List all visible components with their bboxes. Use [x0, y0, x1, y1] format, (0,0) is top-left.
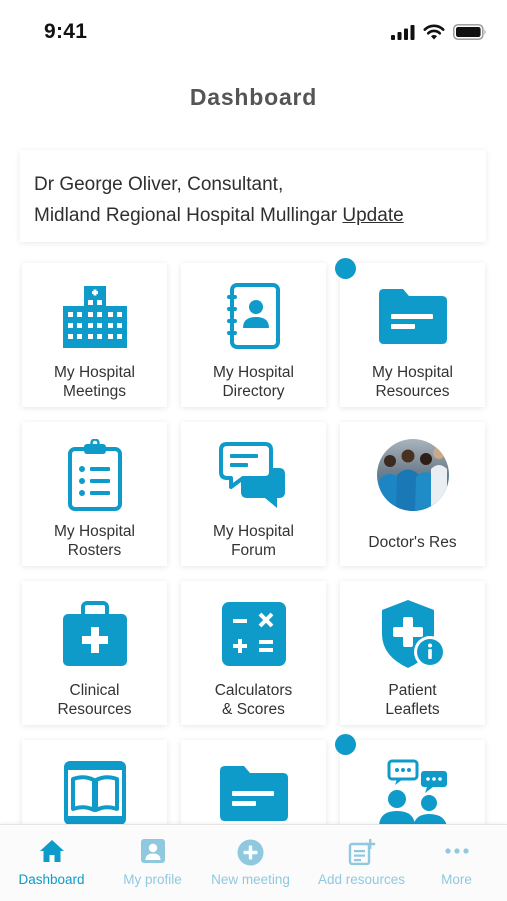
tab-label: Add resources: [317, 872, 406, 887]
contact-book-icon: [226, 283, 280, 349]
tile-my-hospital-meetings[interactable]: My Hospital Meetings: [22, 263, 167, 407]
tile-doctors-res[interactable]: Doctor's Res: [340, 422, 485, 566]
cellular-signal-icon: [391, 25, 415, 40]
shield-info-icon: [381, 600, 446, 668]
notification-dot: [335, 734, 356, 755]
folder-icon: [378, 289, 447, 344]
tile-patient-leaflets[interactable]: Patient Leaflets: [340, 581, 485, 725]
chat-bubbles-icon: [218, 442, 285, 508]
status-time: 9:41: [44, 20, 88, 43]
tab-more[interactable]: More: [406, 825, 507, 901]
user-hospital: Midland Regional Hospital Mullingar: [34, 205, 338, 226]
user-name-role: Dr George Oliver, Consultant,: [34, 174, 284, 195]
user-hospital-line: Midland Regional Hospital Mullingar Upda…: [34, 200, 486, 231]
tab-label: New meeting: [211, 872, 290, 887]
tile-label: Clinical Resources: [57, 682, 132, 718]
update-link[interactable]: Update: [342, 205, 403, 226]
tile-label: My Hospital Resources: [372, 364, 453, 400]
tab-label: More: [441, 872, 472, 887]
home-icon: [39, 840, 64, 862]
clipboard-list-icon: [67, 439, 122, 511]
people-chat-icon: [378, 759, 447, 827]
bottom-tab-bar: Dashboard My profile New meeting Add res…: [0, 824, 507, 901]
tile-label: Calculators & Scores: [214, 682, 293, 718]
status-bar: 9:41: [0, 0, 507, 62]
tile-clinical-resources[interactable]: Clinical Resources: [22, 581, 167, 725]
tile-label: My Hospital Forum: [213, 523, 294, 559]
tile-my-hospital-directory[interactable]: My Hospital Directory: [181, 263, 326, 407]
doctors-photo: [376, 439, 449, 511]
folder-icon: [219, 766, 288, 821]
tab-dashboard[interactable]: Dashboard: [1, 825, 102, 901]
tile-calculators-scores[interactable]: Calculators & Scores: [181, 581, 326, 725]
profile-icon: [140, 839, 165, 863]
medical-kit-icon: [62, 601, 127, 666]
page-title: Dashboard: [189, 84, 318, 110]
tab-my-profile[interactable]: My profile: [102, 825, 203, 901]
calculator-icon: [221, 602, 286, 666]
notification-dot: [335, 258, 356, 279]
status-icons: [391, 24, 487, 40]
add-document-icon: [348, 839, 375, 865]
plus-circle-icon: [237, 839, 264, 866]
tile-label: My Hospital Rosters: [54, 523, 135, 559]
wifi-icon: [423, 24, 445, 40]
tab-label: Dashboard: [18, 872, 85, 887]
tile-my-hospital-forum[interactable]: My Hospital Forum: [181, 422, 326, 566]
battery-icon: [453, 24, 486, 40]
more-dots-icon: [444, 848, 469, 854]
tile-label: My Hospital Meetings: [54, 364, 135, 400]
user-info-card: Dr George Oliver, Consultant, Midland Re…: [20, 150, 486, 242]
tile-my-hospital-rosters[interactable]: My Hospital Rosters: [22, 422, 167, 566]
tab-new-meeting[interactable]: New meeting: [200, 825, 301, 901]
tab-label: My profile: [123, 872, 182, 887]
tile-label: Patient Leaflets: [385, 682, 440, 718]
tile-label: My Hospital Directory: [213, 364, 294, 400]
tile-my-hospital-resources[interactable]: My Hospital Resources: [340, 263, 485, 407]
book-icon: [63, 761, 126, 825]
hospital-building-icon: [62, 286, 127, 348]
tile-label: Doctor's Res: [368, 534, 457, 551]
tab-add-resources[interactable]: Add resources: [311, 825, 412, 901]
